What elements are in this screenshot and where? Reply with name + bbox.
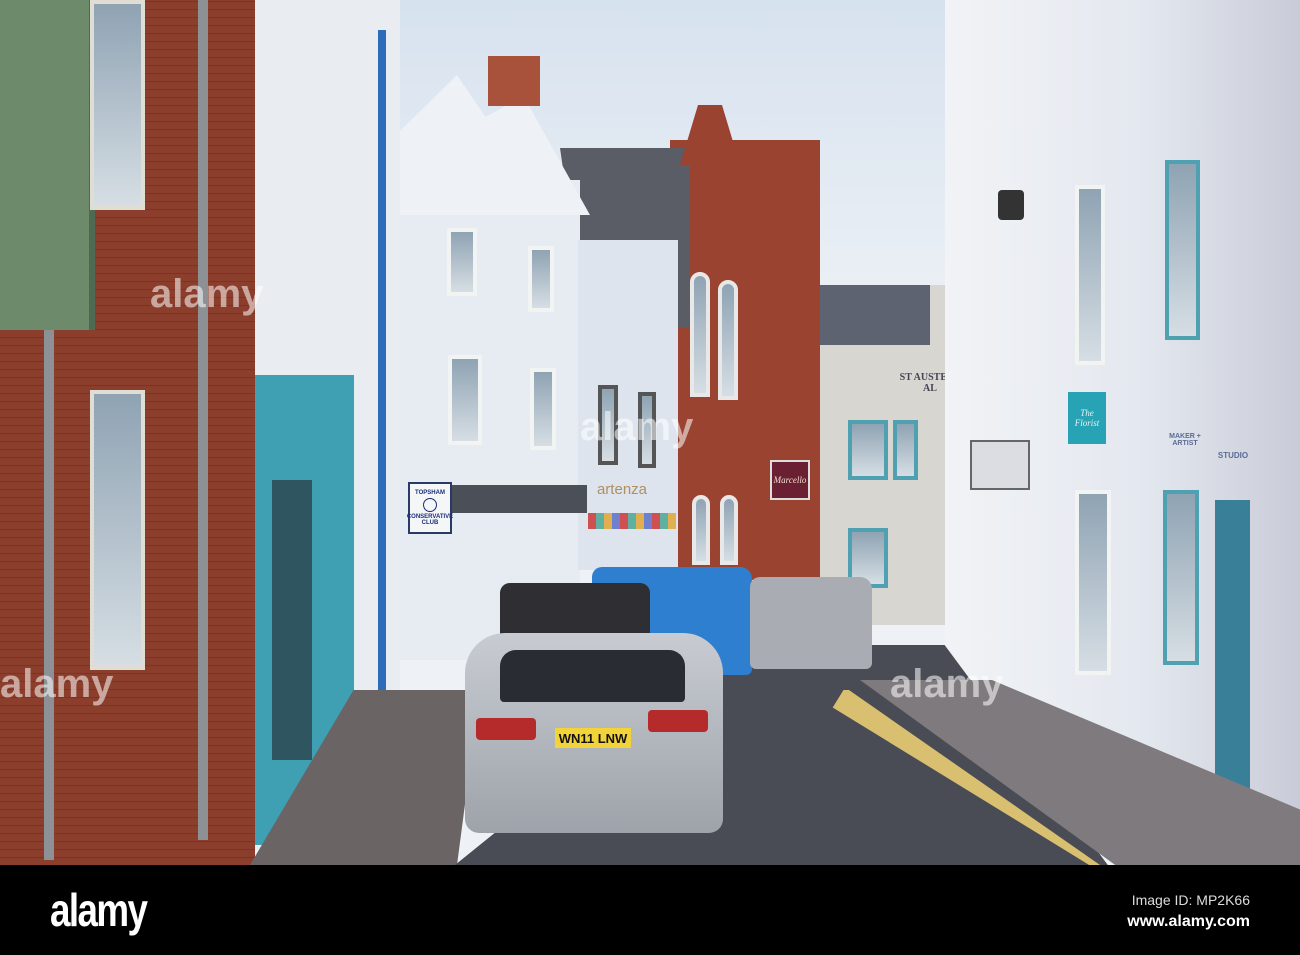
restaurant-sign: Marcello (770, 460, 810, 500)
window (848, 420, 888, 480)
teal-door (1215, 500, 1250, 800)
conservative-club-sign: TOPSHAM CONSERVATIVE CLUB (406, 482, 454, 534)
porch-roof (452, 485, 587, 513)
alamy-logo: alamy (50, 884, 148, 936)
license-plate: WN11 LNW (555, 728, 631, 748)
club-sign-bottom: CONSERVATIVE CLUB (406, 514, 454, 526)
cafe-sign: artenza (596, 480, 648, 498)
window (448, 355, 482, 445)
shop-fascia (970, 440, 1030, 490)
window (447, 228, 477, 296)
window (530, 368, 556, 450)
window (90, 0, 145, 210)
window (1075, 185, 1105, 365)
alamy-url: www.alamy.com (1127, 913, 1250, 930)
bay-window (0, 0, 95, 330)
club-sign-top: TOPSHAM (415, 490, 445, 496)
watermark: alamy (890, 662, 1004, 706)
florist-sign: The Florist (1068, 392, 1106, 444)
club-logo-icon (423, 498, 437, 512)
arched-window (718, 280, 738, 400)
tail-light (648, 710, 708, 732)
shopfront-window (272, 480, 312, 760)
drainpipe (198, 0, 208, 840)
striped-awning (588, 513, 676, 529)
watermark: alamy (0, 662, 114, 706)
arched-window (720, 495, 738, 565)
window (893, 420, 918, 480)
blue-drainpipe (378, 30, 386, 690)
watermark: alamy (150, 272, 264, 316)
street-lamp-icon (998, 190, 1024, 220)
chimney (488, 56, 540, 106)
tail-light (476, 718, 536, 740)
window (90, 390, 145, 670)
street-photo: ST AUSTELL AL Marcello artenza TOPSHAM C… (0, 0, 1300, 865)
drainpipe (44, 330, 54, 860)
watermark-bar: alamy Image ID: MP2K66 www.alamy.com (0, 865, 1300, 955)
silver-van (750, 577, 872, 669)
studio-sign: STUDIO (1217, 450, 1249, 460)
maker-artist-sign: MAKER + ARTIST (1169, 433, 1201, 447)
window (1165, 160, 1200, 340)
window (1163, 490, 1199, 665)
arched-window (692, 495, 710, 565)
rear-window (500, 650, 685, 702)
far-roof (820, 285, 930, 345)
image-id: Image ID: MP2K66 (1131, 892, 1250, 908)
arched-window (690, 272, 710, 397)
window (1075, 490, 1111, 675)
window (528, 246, 554, 312)
gable (680, 105, 740, 165)
watermark: alamy (580, 405, 694, 449)
